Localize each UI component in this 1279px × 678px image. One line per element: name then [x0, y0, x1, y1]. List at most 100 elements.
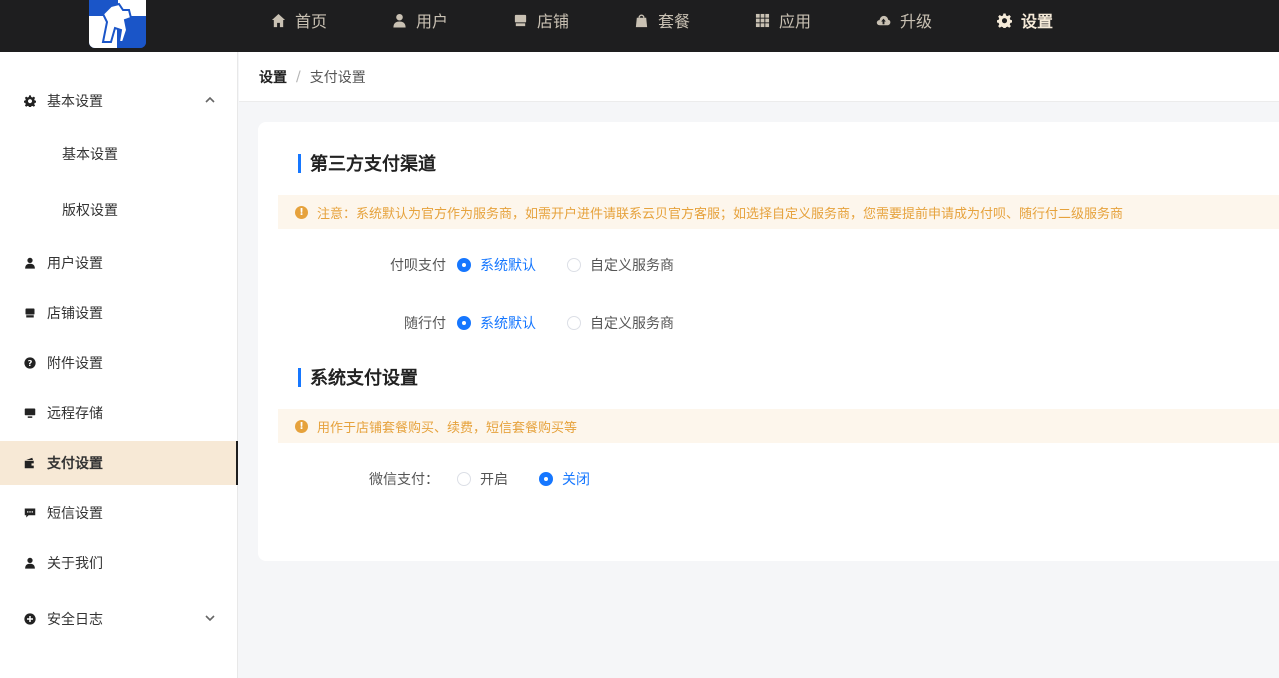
sidebar-item-label: 基本设置 [47, 94, 103, 110]
chevron-down-icon [204, 612, 216, 624]
nav-upgrade-label: 升级 [900, 12, 933, 31]
top-navbar: 首页 用户 店铺 套餐 应用 升级 设置 [0, 0, 1279, 52]
warning-icon: ! [295, 205, 308, 219]
notice-system-pay: ! 用作于店铺套餐购买、续费，短信套餐购买等 [278, 409, 1279, 443]
sidebar-item-label: 店铺设置 [47, 306, 103, 322]
sidebar-item-label: 基本设置 [62, 147, 118, 163]
sidebar-item-label: 短信设置 [47, 506, 103, 522]
wallet-icon [23, 456, 37, 470]
sidebar-item-user-settings[interactable]: 用户设置 [0, 241, 238, 285]
radio-dot [567, 258, 581, 272]
user-icon [23, 556, 37, 570]
radio-wechat-on[interactable]: 开启 [457, 469, 539, 489]
chevron-up-icon [204, 94, 216, 106]
nav-home[interactable]: 首页 [259, 0, 380, 40]
nav-apps[interactable]: 应用 [743, 0, 864, 40]
payment-settings-card: 第三方支付渠道 ! 注意：系统默认为官方作为服务商，如需开户进件请联系云贝官方客… [258, 122, 1279, 561]
store-icon [514, 14, 527, 26]
nav-store[interactable]: 店铺 [501, 0, 622, 40]
grid-icon [755, 13, 770, 27]
notice-third-party: ! 注意：系统默认为官方作为服务商，如需开户进件请联系云贝官方客服；如选择自定义… [278, 195, 1279, 229]
sidebar-item-store-settings[interactable]: 店铺设置 [0, 291, 238, 335]
user-icon [23, 256, 37, 270]
radio-label: 系统默认 [480, 316, 536, 332]
nav-settings-label: 设置 [1021, 12, 1054, 31]
radio-dot [539, 472, 553, 486]
radio-label: 系统默认 [480, 258, 536, 274]
radio-label: 关闭 [562, 472, 590, 488]
sidebar-item-payment-settings[interactable]: 支付设置 [0, 441, 238, 485]
radio-label: 自定义服务商 [590, 258, 674, 274]
user-icon [393, 13, 406, 28]
radio-fubei-custom[interactable]: 自定义服务商 [567, 255, 674, 275]
horse-logo-icon [89, 0, 146, 48]
sidebar-item-attachment-settings[interactable]: ? 附件设置 [0, 341, 238, 385]
sidebar-item-label: 用户设置 [47, 256, 103, 272]
nav-users-label: 用户 [416, 12, 449, 31]
nav-package-label: 套餐 [658, 12, 691, 31]
sidebar-item-label: 支付设置 [47, 456, 103, 472]
nav-settings[interactable]: 设置 [985, 0, 1106, 40]
radio-fubei-default[interactable]: 系统默认 [457, 255, 567, 275]
warning-icon: ! [295, 419, 308, 433]
cloud-upload-icon [876, 15, 891, 25]
nav-upgrade[interactable]: 升级 [864, 0, 985, 40]
radio-label: 自定义服务商 [590, 316, 674, 332]
breadcrumb: 设置 / 支付设置 [239, 52, 1279, 102]
form-label: 付呗支付 [390, 258, 446, 274]
radio-suixingfu-custom[interactable]: 自定义服务商 [567, 313, 674, 333]
form-label: 随行付 [404, 316, 446, 332]
section-title-third-party: 第三方支付渠道 [298, 153, 436, 175]
breadcrumb-separator: / [296, 68, 301, 85]
monitor-icon [23, 406, 37, 420]
nav-package[interactable]: 套餐 [622, 0, 743, 40]
breadcrumb-root[interactable]: 设置 [259, 67, 287, 87]
section-title-system-pay: 系统支付设置 [298, 367, 418, 389]
sidebar-item-label: 版权设置 [62, 203, 118, 219]
title-accent-bar [298, 367, 301, 387]
breadcrumb-current: 支付设置 [309, 69, 366, 86]
notice-text: 用作于店铺套餐购买、续费，短信套餐购买等 [317, 420, 578, 436]
form-label: 微信支付： [369, 472, 439, 488]
home-icon [271, 13, 286, 27]
radio-wechat-off[interactable]: 关闭 [539, 469, 590, 489]
store-icon [23, 306, 37, 320]
sidebar-item-label: 附件设置 [47, 356, 103, 372]
sidebar-item-label: 关于我们 [47, 556, 103, 572]
form-row-suixingfu: 随行付 系统默认 自定义服务商 [258, 313, 674, 333]
plus-circle-icon [23, 612, 37, 626]
radio-label: 开启 [480, 472, 508, 488]
nav-home-label: 首页 [295, 12, 328, 31]
nav-store-label: 店铺 [537, 12, 570, 31]
gear-icon [997, 12, 1012, 28]
gear-icon [23, 94, 37, 108]
top-nav: 首页 用户 店铺 套餐 应用 升级 设置 [259, 0, 1106, 52]
radio-dot [457, 472, 471, 486]
form-row-wechat-pay: 微信支付： 开启 关闭 [258, 469, 590, 489]
sidebar-item-remote-storage[interactable]: 远程存储 [0, 391, 238, 435]
sidebar-item-copyright[interactable]: 版权设置 [0, 188, 238, 232]
radio-dot [457, 258, 471, 272]
form-row-fubei: 付呗支付 系统默认 自定义服务商 [258, 255, 674, 275]
sidebar-item-label: 安全日志 [47, 612, 103, 628]
nav-apps-label: 应用 [779, 12, 812, 31]
section-title-text: 第三方支付渠道 [310, 154, 436, 175]
sidebar-item-basic-settings[interactable]: 基本设置 [0, 132, 238, 176]
radio-dot [567, 316, 581, 330]
radio-dot [457, 316, 471, 330]
sidebar-item-label: 远程存储 [47, 406, 103, 422]
bag-icon [635, 14, 648, 27]
svg-text:?: ? [28, 358, 33, 368]
sidebar: 基本设置 基本设置 版权设置 用户设置 店铺设置 ? 附件设置 远程存储 支付设… [0, 52, 238, 678]
notice-text: 注意：系统默认为官方作为服务商，如需开户进件请联系云贝官方客服；如选择自定义服务… [317, 206, 1124, 222]
logo[interactable] [89, 0, 146, 48]
question-icon: ? [23, 356, 37, 370]
radio-suixingfu-default[interactable]: 系统默认 [457, 313, 567, 333]
section-title-text: 系统支付设置 [310, 368, 418, 389]
sidebar-item-about-us[interactable]: 关于我们 [0, 541, 238, 585]
nav-users[interactable]: 用户 [380, 0, 501, 40]
sidebar-item-basic-settings-group[interactable]: 基本设置 [0, 79, 238, 123]
sidebar-item-security-log[interactable]: 安全日志 [0, 597, 238, 641]
sidebar-item-sms-settings[interactable]: 短信设置 [0, 491, 238, 535]
message-icon [23, 506, 37, 520]
